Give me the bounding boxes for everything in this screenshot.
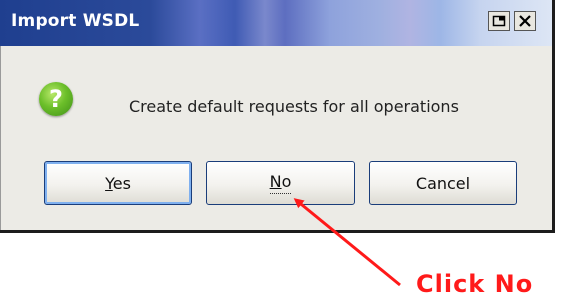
cancel-button[interactable]: Cancel	[369, 161, 517, 205]
no-button[interactable]: No	[206, 161, 355, 205]
dialog-message: Create default requests for all operatio…	[129, 97, 459, 116]
yes-button-label: Yes	[105, 173, 131, 193]
dialog-body: ? Create default requests for all operat…	[0, 46, 552, 230]
restore-icon	[492, 15, 506, 27]
question-icon: ?	[39, 82, 73, 116]
click-no-annotation: Click No	[416, 270, 534, 298]
window-title: Import WSDL	[11, 11, 140, 31]
close-button[interactable]	[514, 11, 536, 31]
screenshot: Import WSDL ? Create default requests fo…	[0, 0, 577, 307]
import-wsdl-dialog: Import WSDL ? Create default requests fo…	[0, 0, 555, 233]
title-bar[interactable]: Import WSDL	[0, 0, 552, 46]
restore-button[interactable]	[488, 11, 510, 31]
yes-button[interactable]: Yes	[44, 161, 192, 205]
close-icon	[519, 15, 531, 27]
cancel-button-label: Cancel	[415, 173, 471, 193]
no-button-label: No	[269, 172, 292, 194]
